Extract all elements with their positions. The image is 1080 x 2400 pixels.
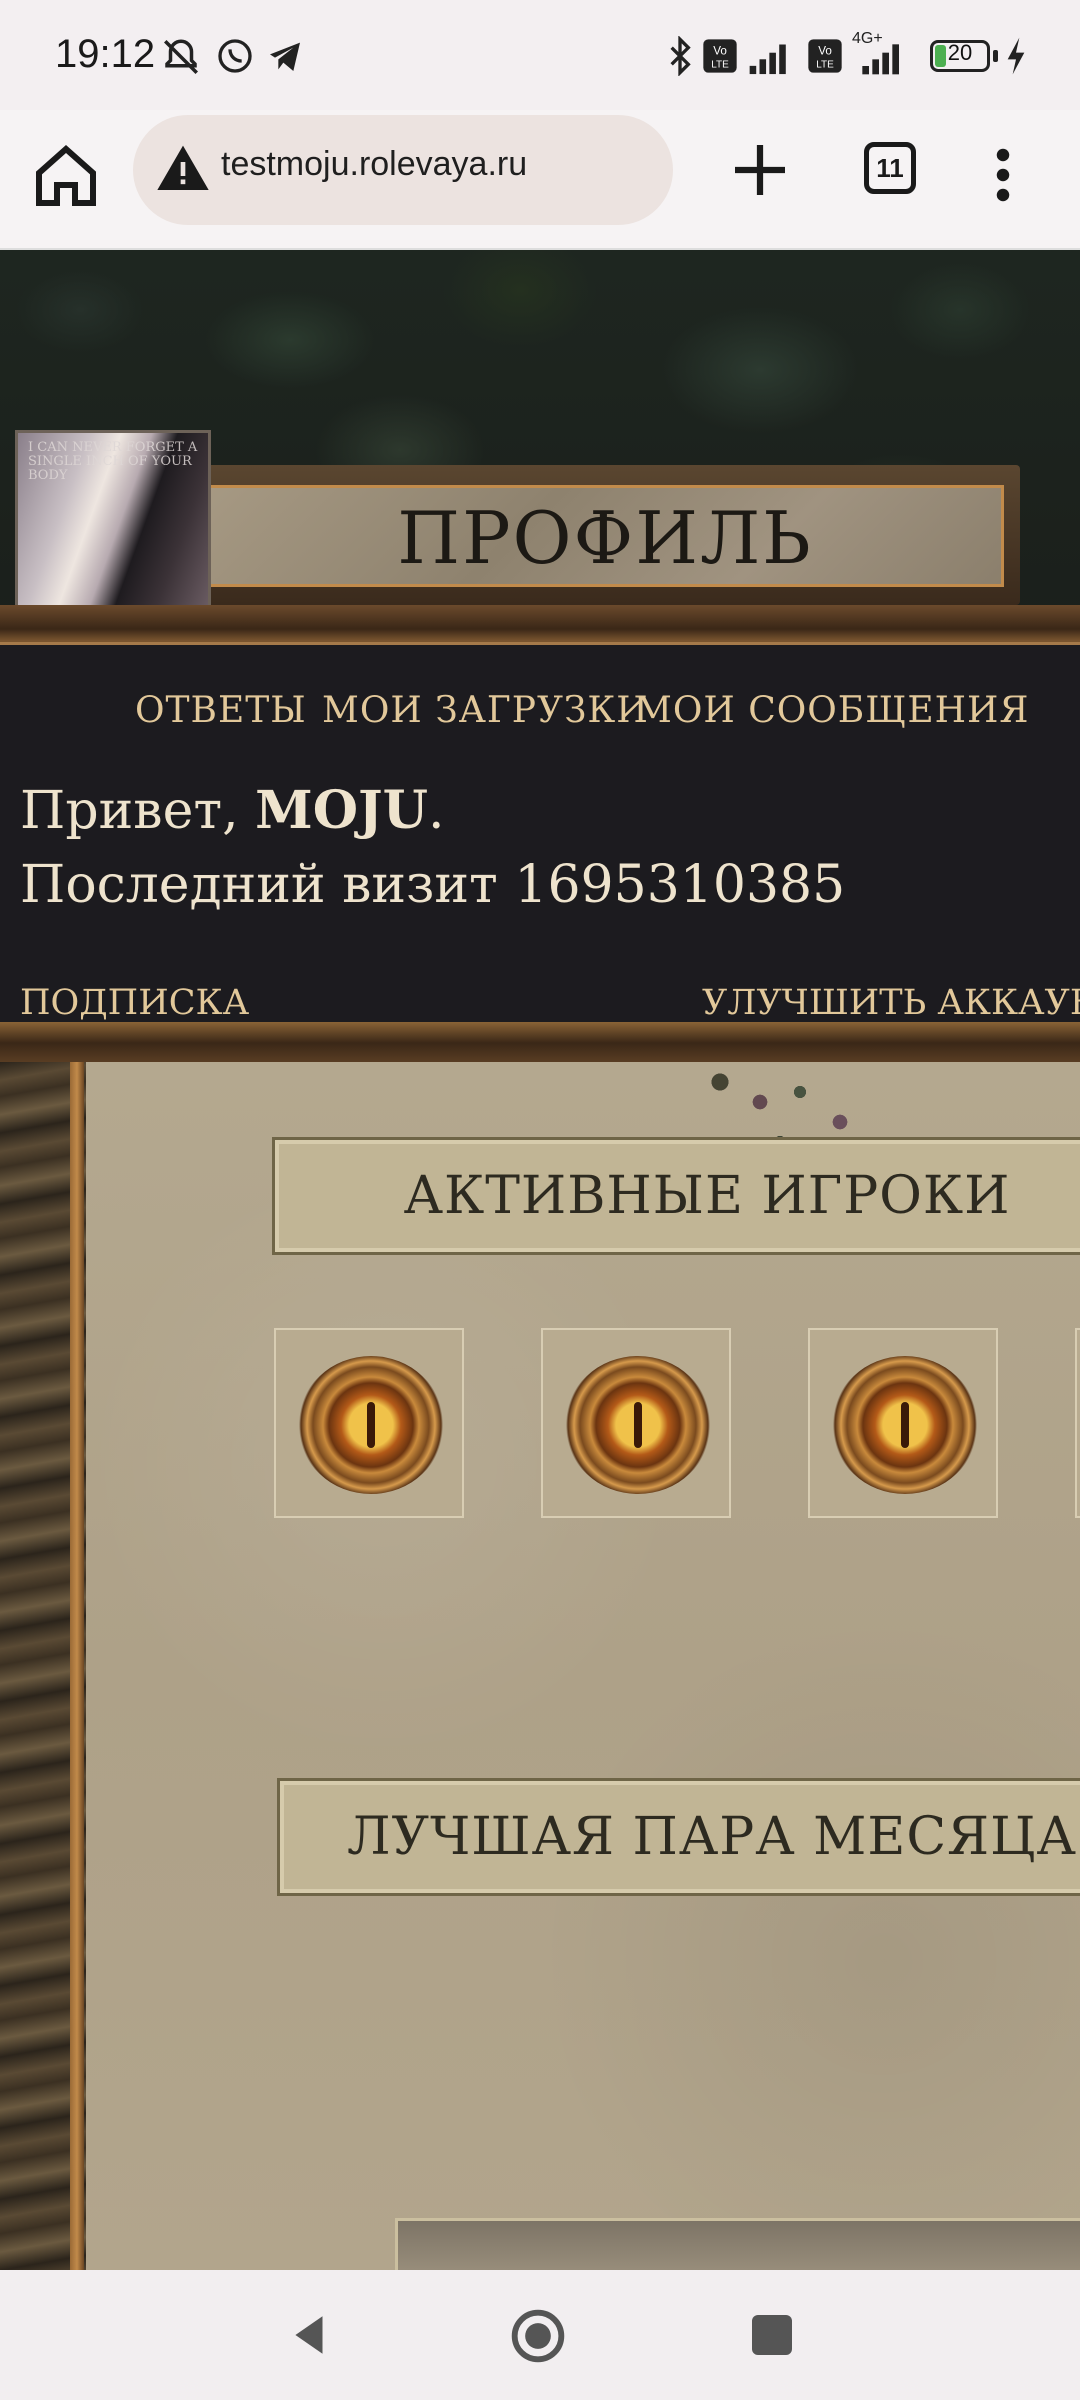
- user-panel: ОТВЕТЫ МОИ ЗАГРУЗКИ МОИ СООБЩЕНИЯ Привет…: [0, 642, 1080, 1025]
- home-icon[interactable]: [30, 140, 102, 212]
- page-content: ПРОФИЛЬ I CAN NEVER FORGET A SINGLE INCH…: [0, 250, 1080, 2270]
- mute-icon: [164, 39, 198, 74]
- svg-text:LTE: LTE: [711, 60, 729, 71]
- nav-link-messages[interactable]: МОИ СООБЩЕНИЯ: [635, 690, 1029, 731]
- warning-icon[interactable]: [155, 141, 211, 197]
- plus-icon[interactable]: [730, 140, 790, 200]
- greeting: Привет, MOJU.: [20, 780, 445, 841]
- greeting-suffix: .: [427, 781, 445, 841]
- browser-toolbar: testmoju.rolevaya.ru 11: [0, 110, 1080, 250]
- charging-icon: [1007, 37, 1025, 75]
- player-tile[interactable]: [541, 1328, 731, 1518]
- battery-icon: 20: [930, 40, 990, 72]
- volte-icon: Vo LTE: [808, 39, 842, 73]
- bluetooth-icon: [670, 36, 691, 76]
- avatar[interactable]: I CAN NEVER FORGET A SINGLE INCH OF YOUR…: [15, 430, 211, 624]
- url-text[interactable]: testmoju.rolevaya.ru: [221, 145, 527, 184]
- whatsapp-icon: [218, 39, 252, 73]
- avatar-caption: I CAN NEVER FORGET A SINGLE INCH OF YOUR…: [28, 440, 198, 483]
- tabs-button[interactable]: 11: [864, 142, 916, 194]
- dragon-eye-icon: [565, 1356, 711, 1494]
- status-time: 19:12: [55, 32, 156, 76]
- battery-level: 20: [947, 40, 973, 65]
- dragon-eye-icon: [832, 1356, 978, 1494]
- eye-pupil: [367, 1402, 375, 1448]
- telegram-icon: [270, 42, 300, 71]
- active-players-heading: АКТИВНЫЕ ИГРОКИ: [403, 1166, 1011, 1226]
- subscribe-link[interactable]: ПОДПИСКА: [20, 983, 249, 1023]
- player-tile[interactable]: [1075, 1328, 1080, 1518]
- username[interactable]: MOJU: [255, 780, 428, 841]
- eye-pupil: [634, 1402, 642, 1448]
- home-circle-icon[interactable]: [510, 2308, 566, 2364]
- svg-text:Vo: Vo: [713, 44, 727, 57]
- nav-link-uploads[interactable]: МОИ ЗАГРУЗКИ: [322, 690, 649, 731]
- volte-icon: Vo LTE: [703, 39, 737, 73]
- active-players-box: АКТИВНЫЕ ИГРОКИ: [272, 1137, 1080, 1255]
- last-visit: Последний визит 1695310385: [20, 855, 846, 915]
- system-nav-bar: [0, 2270, 1080, 2400]
- svg-text:LTE: LTE: [816, 60, 834, 71]
- best-pair-heading: ЛУЧШАЯ ПАРА МЕСЯЦА: [347, 1807, 1077, 1867]
- eye-pupil: [901, 1402, 909, 1448]
- back-icon[interactable]: [285, 2310, 335, 2360]
- profile-banner-plate: ПРОФИЛЬ: [206, 485, 1004, 587]
- menu-icon[interactable]: [990, 145, 1016, 205]
- wood-divider-bottom: [0, 1022, 1080, 1064]
- best-pair-image[interactable]: [395, 2218, 1080, 2270]
- recents-icon[interactable]: [752, 2315, 792, 2355]
- player-tile[interactable]: [274, 1328, 464, 1518]
- signal-icon: [749, 44, 786, 75]
- best-pair-box: ЛУЧШАЯ ПАРА МЕСЯЦА: [277, 1778, 1080, 1896]
- dragon-eye-icon: [298, 1356, 444, 1494]
- frame-edge: [70, 1062, 84, 2270]
- profile-banner: ПРОФИЛЬ: [190, 465, 1020, 605]
- page-title: ПРОФИЛЬ: [397, 496, 813, 580]
- battery-tip: [993, 50, 998, 62]
- nav-link-answers[interactable]: ОТВЕТЫ: [135, 690, 307, 731]
- svg-text:Vo: Vo: [818, 44, 832, 57]
- greeting-prefix: Привет,: [20, 781, 256, 841]
- player-tile[interactable]: [808, 1328, 998, 1518]
- status-bar: 19:12 Vo LTE Vo LTE 4G+ 20: [0, 0, 1080, 110]
- signal-icon: [862, 44, 899, 75]
- upgrade-account-link[interactable]: УЛУЧШИТЬ АККАУНТ: [702, 983, 1080, 1023]
- url-bar[interactable]: testmoju.rolevaya.ru: [133, 115, 673, 225]
